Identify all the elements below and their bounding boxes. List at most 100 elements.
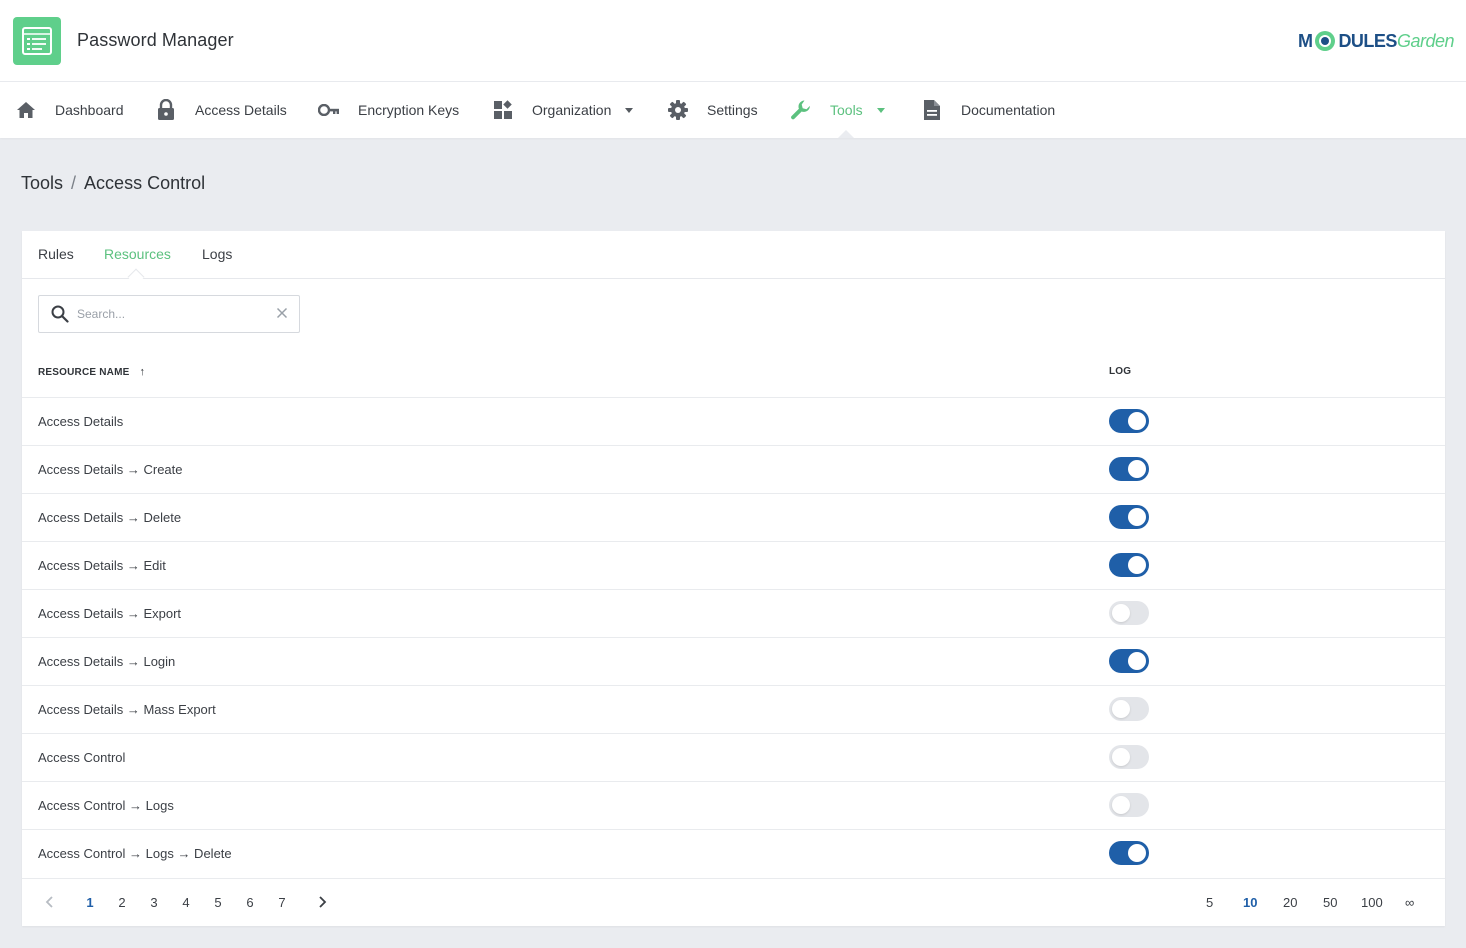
wrench-icon — [790, 99, 812, 121]
tab-rules[interactable]: Rules — [38, 246, 74, 262]
log-toggle[interactable] — [1109, 409, 1149, 433]
page-number[interactable]: 4 — [180, 895, 192, 910]
column-header-label: RESOURCE NAME — [38, 366, 130, 378]
table-row: Access Details → Delete — [22, 493, 1445, 541]
table-row: Access Control — [22, 733, 1445, 781]
brand-gear-icon — [1315, 31, 1336, 51]
log-toggle[interactable] — [1109, 601, 1149, 625]
resources-card: Rules Resources Logs RESOURCE NAME ↑ LOG… — [22, 231, 1445, 926]
sort-ascending-icon: ↑ — [139, 366, 146, 378]
toggle-knob — [1112, 604, 1130, 622]
log-toggle[interactable] — [1109, 841, 1149, 865]
log-toggle[interactable] — [1109, 505, 1149, 529]
log-toggle[interactable] — [1109, 745, 1149, 769]
close-icon[interactable] — [275, 306, 289, 320]
table-row: Access Details → Export — [22, 589, 1445, 637]
resource-name: Access Details → Delete — [38, 510, 182, 525]
page-size-option[interactable]: 10 — [1243, 895, 1257, 910]
table-row: Access Details — [22, 397, 1445, 445]
breadcrumb-separator: / — [71, 173, 77, 193]
search-box — [38, 295, 300, 333]
nav-label: Organization — [532, 102, 612, 118]
resource-name: Access Control → Logs → Delete — [38, 846, 232, 861]
chevron-down-icon — [625, 107, 634, 113]
page-number[interactable]: 5 — [212, 895, 224, 910]
chevron-left-icon[interactable] — [44, 895, 56, 909]
breadcrumb-current: Access Control — [84, 173, 206, 193]
log-toggle[interactable] — [1109, 697, 1149, 721]
nav-label: Encryption Keys — [358, 102, 460, 118]
nav-documentation[interactable]: Documentation — [921, 82, 1055, 138]
top-bar: Password Manager M DULES Garden — [0, 0, 1466, 82]
brand-text-dules: DULES — [1338, 30, 1397, 51]
table-row: Access Control → Logs → Delete — [22, 829, 1445, 877]
page-number[interactable]: 6 — [244, 895, 256, 910]
app-title: Password Manager — [77, 30, 234, 50]
page-number[interactable]: 2 — [116, 895, 128, 910]
toggle-knob — [1128, 652, 1146, 670]
table-row: Access Control → Logs — [22, 781, 1445, 829]
tab-logs[interactable]: Logs — [202, 246, 232, 262]
log-toggle[interactable] — [1109, 553, 1149, 577]
widgets-icon — [492, 99, 514, 121]
log-toggle[interactable] — [1109, 649, 1149, 673]
resource-name: Access Details → Create — [38, 462, 183, 477]
resource-name: Access Details → Edit — [38, 558, 166, 573]
main-nav: Dashboard Access Details Encryption Keys… — [0, 82, 1466, 138]
page-number[interactable]: 3 — [148, 895, 160, 910]
table-row: Access Details → Mass Export — [22, 685, 1445, 733]
toggle-knob — [1128, 556, 1146, 574]
nav-dashboard[interactable]: Dashboard — [15, 82, 124, 138]
toggle-knob — [1112, 748, 1130, 766]
toggle-knob — [1128, 508, 1146, 526]
search-input[interactable] — [77, 304, 267, 324]
log-toggle[interactable] — [1109, 793, 1149, 817]
page-size-option[interactable]: 50 — [1323, 895, 1337, 910]
page-number[interactable]: 1 — [84, 895, 96, 910]
brand-text-m: M — [1297, 30, 1313, 51]
resource-name: Access Details → Mass Export — [38, 702, 216, 717]
home-icon — [15, 99, 37, 121]
column-header-label: LOG — [1109, 366, 1132, 377]
key-icon — [318, 99, 340, 121]
table-row: Access Details → Login — [22, 637, 1445, 685]
column-header-resource-name[interactable]: RESOURCE NAME ↑ — [38, 366, 145, 378]
toggle-knob — [1112, 700, 1130, 718]
chevron-right-icon[interactable] — [316, 895, 328, 909]
table-row: Access Details → Edit — [22, 541, 1445, 589]
nav-label: Documentation — [961, 102, 1056, 118]
nav-access-details[interactable]: Access Details — [155, 82, 287, 138]
page-size-option[interactable]: 100 — [1361, 895, 1383, 910]
toggle-knob — [1128, 844, 1146, 862]
column-header-log[interactable]: LOG — [1109, 366, 1131, 377]
toggle-knob — [1128, 412, 1146, 430]
page-number[interactable]: 7 — [276, 895, 288, 910]
modulesgarden-logo[interactable]: M DULES Garden — [1297, 28, 1455, 54]
password-list-icon — [22, 27, 52, 55]
breadcrumb-parent[interactable]: Tools — [21, 173, 63, 194]
nav-label: Tools — [830, 102, 863, 118]
search-icon — [51, 305, 69, 323]
breadcrumb: Tools / Access Control — [21, 173, 205, 194]
tab-resources[interactable]: Resources — [104, 246, 171, 262]
nav-settings[interactable]: Settings — [667, 82, 758, 138]
resource-name: Access Details — [38, 414, 124, 429]
page-size-option[interactable]: 20 — [1283, 895, 1297, 910]
chevron-down-icon — [876, 107, 885, 113]
page-size-option[interactable]: 5 — [1206, 895, 1213, 910]
resource-name: Access Details → Login — [38, 654, 176, 669]
document-icon — [921, 99, 943, 121]
nav-encryption-keys[interactable]: Encryption Keys — [318, 82, 459, 138]
table-row: Access Details → Create — [22, 445, 1445, 493]
toggle-knob — [1128, 460, 1146, 478]
active-tab-pointer — [127, 268, 145, 286]
nav-label: Settings — [707, 102, 758, 118]
log-toggle[interactable] — [1109, 457, 1149, 481]
page-size-option[interactable]: ∞ — [1405, 895, 1414, 910]
active-nav-pointer — [838, 130, 854, 138]
app-logo[interactable] — [13, 17, 61, 65]
resource-name: Access Control → Logs — [38, 798, 174, 813]
nav-organization[interactable]: Organization — [492, 82, 634, 138]
gear-icon — [667, 99, 689, 121]
resource-name: Access Details → Export — [38, 606, 182, 621]
